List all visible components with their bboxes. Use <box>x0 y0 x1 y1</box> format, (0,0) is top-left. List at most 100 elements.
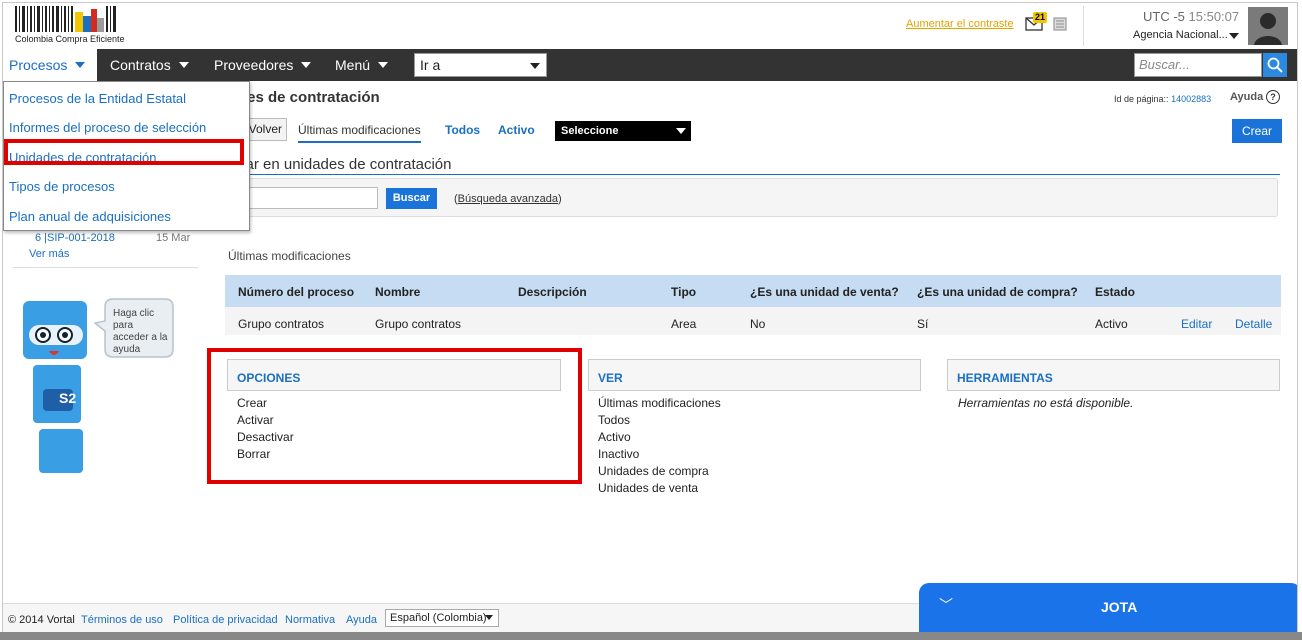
menu-item-annual-plan[interactable]: Plan anual de adquisiciones <box>9 209 171 224</box>
agency-selector[interactable]: Agencia Nacional... <box>1133 29 1228 41</box>
column-header[interactable]: ¿Es una unidad de compra? <box>917 285 1078 299</box>
search-button[interactable]: Buscar <box>386 188 437 209</box>
column-header[interactable]: Nombre <box>375 285 420 299</box>
chat-widget[interactable]: ﹀ JOTA <box>919 583 1297 637</box>
help-link[interactable]: Ayuda <box>1230 91 1263 103</box>
time-value: 15:50:07 <box>1188 9 1240 24</box>
chevron-down-icon <box>530 63 540 69</box>
app-window: Colombia Compra Eficiente Aumentar el co… <box>2 2 1298 638</box>
chat-title: JOTA <box>1101 599 1138 615</box>
see-more-link[interactable]: Ver más <box>29 248 69 260</box>
nav-procesos[interactable]: Procesos <box>3 49 97 81</box>
nav-procesos-label: Procesos <box>9 57 68 73</box>
footer-link-privacy[interactable]: Política de privacidad <box>173 614 278 626</box>
search-heading: car en unidades de contratación <box>238 156 452 173</box>
advanced-search-link[interactable]: (Búsqueda avanzada) <box>454 193 562 205</box>
table-header: Número del proceso Nombre Descripción Ti… <box>225 275 1281 307</box>
nav-menu-label: Menú <box>335 57 371 73</box>
language-select[interactable]: Español (Colombia) <box>385 609 499 627</box>
bot-badge: S2 <box>59 390 77 406</box>
nav-contratos[interactable]: Contratos <box>98 49 201 81</box>
chevron-down-icon <box>75 62 86 68</box>
create-button[interactable]: Crear <box>1232 119 1282 143</box>
chevron-down-icon <box>676 128 686 134</box>
chevron-down-icon <box>178 62 189 68</box>
recent-process-link[interactable]: 6 |SIP-001-2018 <box>35 232 115 244</box>
footer-link-terms[interactable]: Términos de uso <box>81 614 163 626</box>
global-search-input[interactable]: Buscar... <box>1134 53 1262 77</box>
help-icon[interactable]: ? <box>1266 90 1280 104</box>
view-all[interactable]: Todos <box>598 413 630 427</box>
highlight-box-options <box>207 348 582 484</box>
goto-select[interactable]: Ir a <box>414 53 547 77</box>
results-label: Últimas modificaciones <box>228 249 351 263</box>
view-purchase-units[interactable]: Unidades de compra <box>598 464 709 478</box>
column-header[interactable]: Estado <box>1095 285 1135 299</box>
menu-item-process-types[interactable]: Tipos de procesos <box>9 179 115 194</box>
chevron-down-icon[interactable] <box>1229 33 1239 39</box>
column-header[interactable]: ¿Es una unidad de venta? <box>750 285 899 299</box>
view-active[interactable]: Activo <box>598 430 631 444</box>
view-inactive[interactable]: Inactivo <box>598 447 639 461</box>
view-sales-units[interactable]: Unidades de venta <box>598 481 698 495</box>
column-header[interactable]: Tipo <box>671 285 696 299</box>
chevron-down-icon[interactable]: ﹀ <box>939 595 953 615</box>
goto-select-value: Ir a <box>420 57 441 73</box>
cell-tipo: Area <box>671 317 697 331</box>
logo[interactable]: Colombia Compra Eficiente <box>13 6 125 46</box>
clock: UTC -5 15:50:07 <box>1143 9 1239 24</box>
copyright: © 2014 Vortal <box>8 614 75 626</box>
footer-link-help[interactable]: Ayuda <box>346 614 377 626</box>
sidebar-divider <box>13 267 198 268</box>
cell-venta: No <box>750 317 766 331</box>
cell-numero: Grupo contratos <box>238 317 325 331</box>
document-icon[interactable] <box>1053 17 1067 31</box>
search-icon[interactable] <box>1263 53 1287 77</box>
nav-proveedores[interactable]: Proveedores <box>202 49 323 81</box>
column-header[interactable]: Número del proceso <box>238 285 354 299</box>
menu-item-selection-reports[interactable]: Informes del proceso de selección <box>9 120 206 135</box>
logo-text: Colombia Compra Eficiente <box>15 34 125 44</box>
chevron-down-icon <box>301 62 312 68</box>
tab-latest-changes[interactable]: Últimas modificaciones <box>298 123 421 143</box>
taskbar <box>0 632 1302 640</box>
tools-title: HERRAMIENTAS <box>957 371 1053 385</box>
nav-proveedores-label: Proveedores <box>214 57 294 73</box>
cell-nombre: Grupo contratos <box>375 317 462 331</box>
cell-estado: Activo <box>1095 317 1128 331</box>
highlight-box-menu <box>4 139 244 165</box>
search-input[interactable] <box>243 187 378 209</box>
page-id: Id de página:: 14002883 <box>1114 94 1211 104</box>
main-navbar: Procesos Contratos Proveedores Menú Ir a… <box>3 49 1297 81</box>
page-title: des de contratación <box>238 89 380 106</box>
column-header[interactable]: Descripción <box>518 285 587 299</box>
view-panel: VER <box>588 359 921 391</box>
cell-compra: Sí <box>917 317 929 331</box>
view-latest[interactable]: Últimas modificaciones <box>598 396 721 410</box>
tab-all[interactable]: Todos <box>445 123 480 137</box>
footer-link-regulations[interactable]: Normativa <box>285 614 335 626</box>
table-row: Grupo contratos Grupo contratos Area No … <box>225 307 1281 335</box>
detail-link[interactable]: Detalle <box>1235 317 1272 331</box>
chevron-down-icon <box>378 62 389 68</box>
top-header: Colombia Compra Eficiente Aumentar el co… <box>3 3 1297 50</box>
tools-panel: HERRAMIENTAS <box>947 359 1280 391</box>
header-divider <box>1083 6 1084 46</box>
help-bot[interactable]: S2 Haga clic para acceder a la ayuda <box>15 293 195 483</box>
nav-contratos-label: Contratos <box>110 57 171 73</box>
edit-link[interactable]: Editar <box>1181 317 1212 331</box>
filter-select[interactable]: Seleccione <box>555 121 691 141</box>
help-bubble-text: Haga clic para acceder a la ayuda <box>113 308 168 355</box>
advanced-search-label: Búsqueda avanzada <box>457 193 558 205</box>
contrast-link[interactable]: Aumentar el contraste <box>906 18 1014 30</box>
barcode-logo-icon <box>15 6 116 32</box>
page-id-label: Id de página:: <box>1114 94 1169 104</box>
timezone: UTC -5 <box>1143 9 1185 24</box>
avatar[interactable] <box>1248 7 1288 45</box>
view-title: VER <box>598 371 623 385</box>
menu-item-entity-processes[interactable]: Procesos de la Entidad Estatal <box>9 91 186 106</box>
nav-menu[interactable]: Menú <box>323 49 400 81</box>
search-heading-rule <box>238 174 1280 175</box>
tab-active[interactable]: Activo <box>498 123 535 137</box>
page-id-value[interactable]: 14002883 <box>1171 94 1211 104</box>
